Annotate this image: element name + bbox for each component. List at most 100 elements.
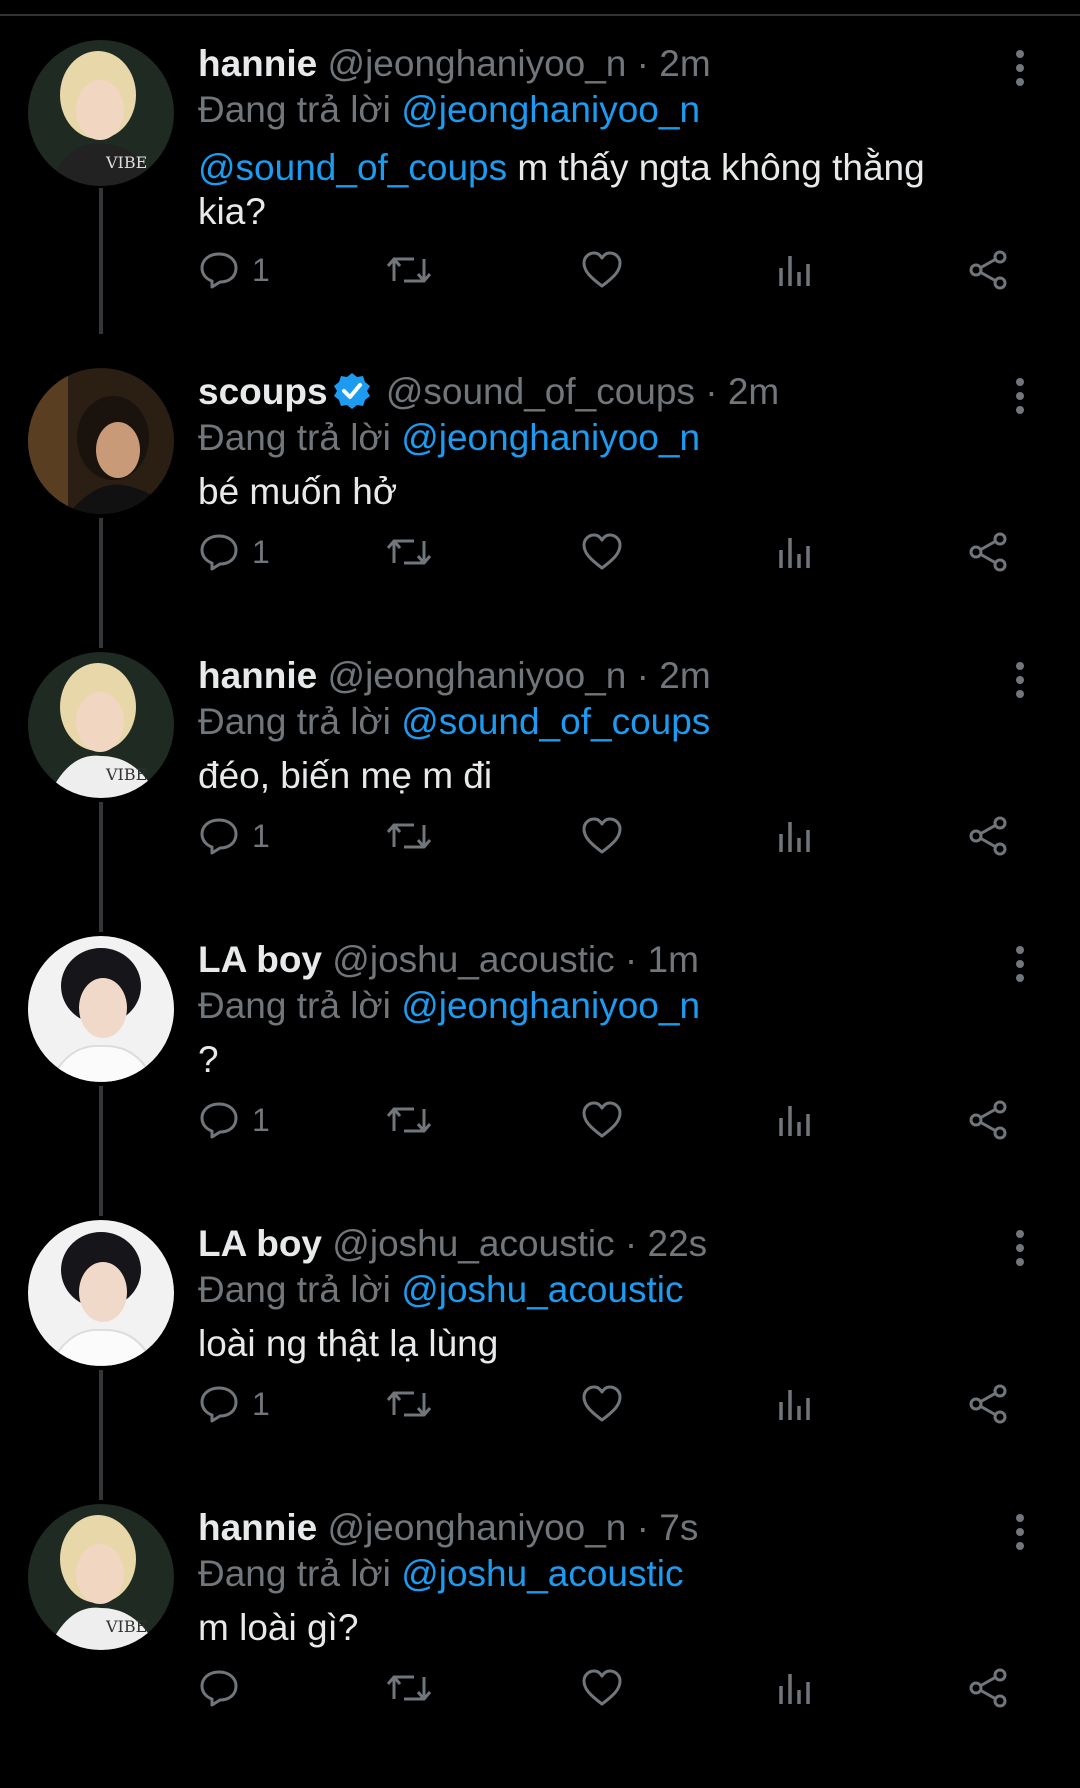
reply-button[interactable] — [198, 1666, 252, 1710]
action-bar: 1 — [198, 1098, 1028, 1142]
like-button[interactable] — [582, 248, 622, 292]
retweet-icon — [386, 1391, 432, 1417]
more-options-icon[interactable] — [1012, 662, 1028, 702]
replying-to-label: Đang trả lời — [198, 1269, 391, 1310]
replying-to-label: Đang trả lời — [198, 89, 391, 130]
views-button[interactable] — [778, 1098, 812, 1142]
share-button[interactable] — [968, 814, 1008, 858]
heart-icon — [582, 1101, 622, 1138]
display-name[interactable]: hannie — [198, 655, 317, 696]
timestamp: · 2m — [636, 655, 711, 696]
like-button[interactable] — [582, 1382, 622, 1426]
tweet-body: đéo, biến mẹ m đi — [198, 755, 493, 796]
reply-icon — [200, 1386, 238, 1423]
user-handle[interactable]: @joshu_acoustic — [332, 939, 614, 980]
mention-link[interactable]: @sound_of_coups — [198, 147, 507, 188]
avatar[interactable] — [28, 368, 174, 514]
views-button[interactable] — [778, 814, 812, 858]
reply-button[interactable]: 1 — [198, 1098, 270, 1142]
views-button[interactable] — [778, 1666, 812, 1710]
display-name[interactable]: LA boy — [198, 939, 322, 980]
share-button[interactable] — [968, 1382, 1008, 1426]
share-button[interactable] — [968, 530, 1008, 574]
retweet-icon — [386, 257, 432, 283]
tweet[interactable]: LA boy @joshu_acoustic · 22s Đang trả lờ… — [0, 1220, 1080, 1504]
display-name[interactable]: scoups — [198, 371, 328, 412]
like-button[interactable] — [582, 1666, 622, 1710]
reply-count: 1 — [252, 1101, 270, 1138]
reply-button[interactable]: 1 — [198, 1382, 270, 1426]
replying-to-handle[interactable]: @sound_of_coups — [401, 701, 710, 742]
display-name[interactable]: hannie — [198, 43, 317, 84]
timestamp: · 22s — [624, 1223, 708, 1264]
share-button[interactable] — [968, 1666, 1008, 1710]
more-options-icon[interactable] — [1012, 946, 1028, 986]
like-button[interactable] — [582, 530, 622, 574]
display-name[interactable]: hannie — [198, 1507, 317, 1548]
analytics-icon — [779, 1390, 810, 1420]
heart-icon — [582, 1385, 622, 1422]
action-bar: 1 — [198, 530, 1028, 574]
user-handle[interactable]: @jeonghaniyoo_n — [328, 43, 627, 84]
retweet-button[interactable] — [386, 248, 432, 292]
share-button[interactable] — [968, 248, 1008, 292]
like-button[interactable] — [582, 814, 622, 858]
avatar[interactable] — [28, 1220, 174, 1366]
avatar[interactable]: VIBE — [28, 40, 174, 186]
like-button[interactable] — [582, 1098, 622, 1142]
replying-to-label: Đang trả lời — [198, 985, 391, 1026]
timestamp: · 1m — [624, 939, 699, 980]
retweet-button[interactable] — [386, 530, 432, 574]
more-options-icon[interactable] — [1012, 378, 1028, 418]
retweet-button[interactable] — [386, 1382, 432, 1426]
retweet-button[interactable] — [386, 1666, 432, 1710]
views-button[interactable] — [778, 248, 812, 292]
analytics-icon — [779, 538, 810, 568]
share-icon — [969, 1100, 1007, 1140]
views-button[interactable] — [778, 530, 812, 574]
replying-to-handle[interactable]: @joshu_acoustic — [401, 1269, 683, 1310]
tweet[interactable]: scoups @sound_of_coups · 2m Đang trả lời… — [0, 368, 1080, 652]
avatar[interactable]: VIBE — [28, 1504, 174, 1650]
replying-to: Đang trả lời @joshu_acoustic — [198, 1552, 684, 1596]
more-options-icon[interactable] — [1012, 1230, 1028, 1270]
retweet-icon — [386, 539, 432, 565]
replying-to: Đang trả lời @sound_of_coups — [198, 700, 710, 744]
user-handle[interactable]: @joshu_acoustic — [332, 1223, 614, 1264]
retweet-button[interactable] — [386, 814, 432, 858]
avatar[interactable]: VIBE — [28, 652, 174, 798]
more-options-icon[interactable] — [1012, 50, 1028, 90]
reply-icon — [200, 818, 238, 855]
replying-to-handle[interactable]: @jeonghaniyoo_n — [401, 985, 700, 1026]
replying-to-handle[interactable]: @joshu_acoustic — [401, 1553, 683, 1594]
views-button[interactable] — [778, 1382, 812, 1426]
tweet[interactable]: LA boy @joshu_acoustic · 1m Đang trả lời… — [0, 936, 1080, 1220]
action-bar — [198, 1666, 1028, 1710]
reply-button[interactable]: 1 — [198, 530, 270, 574]
svg-text:VIBE: VIBE — [105, 765, 147, 784]
retweet-button[interactable] — [386, 1098, 432, 1142]
avatar[interactable] — [28, 936, 174, 1082]
timestamp: · 7s — [636, 1507, 699, 1548]
tweet-text: đéo, biến mẹ m đi — [198, 754, 998, 798]
user-handle[interactable]: @jeonghaniyoo_n — [328, 1507, 627, 1548]
share-button[interactable] — [968, 1098, 1008, 1142]
reply-icon — [200, 252, 238, 289]
reply-button[interactable]: 1 — [198, 248, 270, 292]
heart-icon — [582, 1669, 622, 1706]
replying-to: Đang trả lời @jeonghaniyoo_n — [198, 984, 700, 1028]
replying-to-handle[interactable]: @jeonghaniyoo_n — [401, 417, 700, 458]
reply-button[interactable]: 1 — [198, 814, 270, 858]
replying-to-handle[interactable]: @jeonghaniyoo_n — [401, 89, 700, 130]
display-name[interactable]: LA boy — [198, 1223, 322, 1264]
more-options-icon[interactable] — [1012, 1514, 1028, 1554]
user-handle[interactable]: @sound_of_coups — [386, 371, 695, 412]
tweet[interactable]: VIBE hannie @jeonghaniyoo_n · 2m Đang tr… — [0, 40, 1080, 324]
heart-icon — [582, 533, 622, 570]
tweet[interactable]: VIBE hannie @jeonghaniyoo_n · 2m Đang tr… — [0, 652, 1080, 936]
action-bar: 1 — [198, 814, 1028, 858]
user-handle[interactable]: @jeonghaniyoo_n — [328, 655, 627, 696]
analytics-icon — [779, 822, 810, 852]
replying-to-label: Đang trả lời — [198, 417, 391, 458]
tweet[interactable]: VIBE hannie @jeonghaniyoo_n · 7s Đang tr… — [0, 1504, 1080, 1788]
